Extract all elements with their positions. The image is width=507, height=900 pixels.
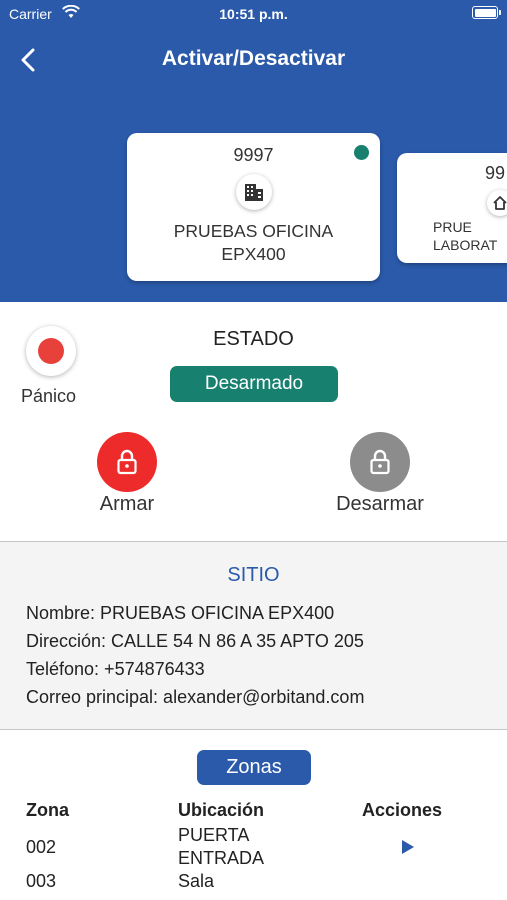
disarm-button[interactable] (350, 432, 410, 492)
zone-number: 003 (26, 871, 57, 891)
zone-number: 002 (26, 837, 57, 857)
zone-location: Sala (178, 871, 215, 891)
acciones-header: Acciones (362, 800, 443, 820)
site-phone-text: Teléfono: +574876433 (26, 659, 205, 679)
zone-location-line1: PUERTA (178, 825, 250, 845)
disarm-label: Desarmar (336, 493, 424, 515)
header-bar: Carrier 10:51 p.m. Activar/Desactivar (0, 0, 507, 93)
clock: 10:51 p.m. (219, 6, 288, 22)
zone-location: PUERTA ENTRADA (178, 824, 264, 870)
home-icon (487, 190, 507, 216)
status-dot (354, 145, 369, 160)
site-section-title: SITIO (227, 564, 280, 586)
site-card-name: PRUEBAS OFICINA EPX400 (127, 220, 380, 266)
site-name-line1: PRUEBAS OFICINA (173, 221, 334, 241)
site-name-line2: EPX400 (221, 244, 286, 264)
building-icon (235, 174, 272, 210)
site-name-line1: PRUE (433, 219, 472, 235)
panic-label: Pánico (21, 386, 77, 406)
battery-icon (472, 6, 501, 19)
site-code: 99 (485, 163, 506, 183)
page-title: Activar/Desactivar (161, 47, 346, 70)
play-icon[interactable] (400, 838, 416, 856)
site-card-name: PRUE LABORAT (397, 218, 507, 254)
site-code: 9997 (233, 145, 274, 165)
zona-header: Zona (26, 800, 69, 820)
zone-location-line2: ENTRADA (178, 848, 265, 868)
lock-icon (370, 449, 390, 475)
estado-title: ESTADO (213, 328, 294, 350)
site-name-line2: LABORAT (433, 237, 498, 253)
site-name-text: Nombre: PRUEBAS OFICINA EPX400 (26, 603, 335, 623)
status-badge: Desarmado (170, 366, 338, 402)
site-info-panel: SITIO Nombre: PRUEBAS OFICINA EPX400 Dir… (0, 541, 507, 730)
site-carousel[interactable]: 9997 PRUEBAS OFICINA EPX400 99 PRUE LABO (0, 93, 507, 302)
arm-button[interactable] (97, 432, 157, 492)
site-email-text: Correo principal: alexander@orbitand.com (26, 687, 365, 707)
zonas-button[interactable]: Zonas (197, 750, 311, 785)
site-card-partial[interactable]: 99 PRUE LABORAT (397, 153, 507, 263)
status-bar: Carrier 10:51 p.m. (0, 0, 507, 28)
site-card-9997[interactable]: 9997 PRUEBAS OFICINA EPX400 (127, 133, 380, 281)
lock-icon (117, 449, 137, 475)
arm-label: Armar (99, 493, 155, 515)
ubicacion-header: Ubicación (178, 800, 265, 820)
site-address-text: Dirección: CALLE 54 N 86 A 35 APTO 205 (26, 631, 364, 651)
